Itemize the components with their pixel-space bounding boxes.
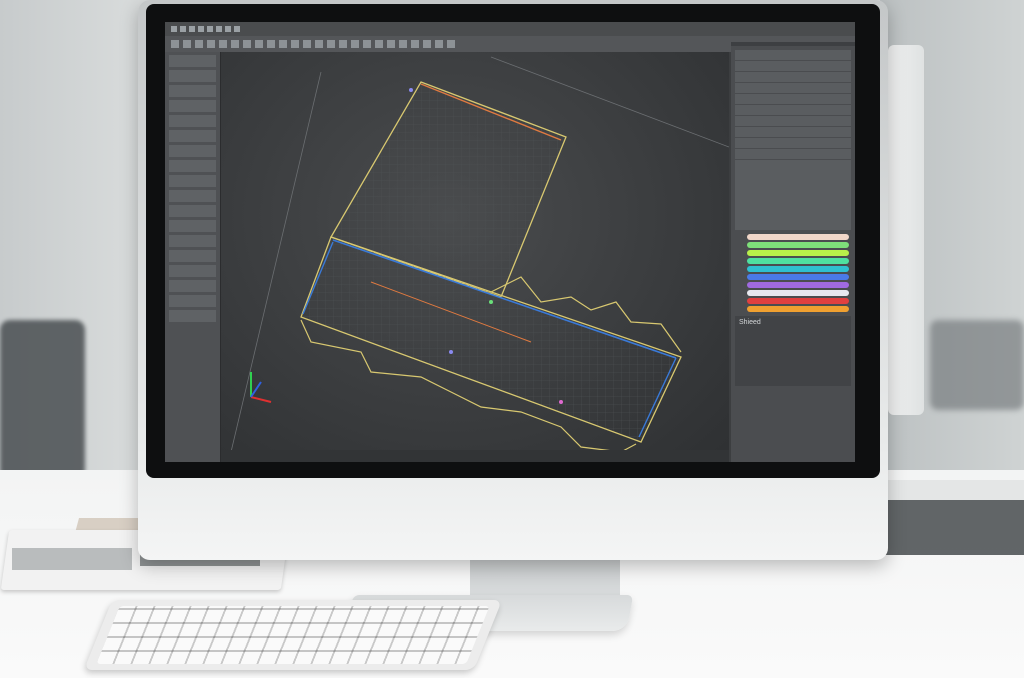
tool-icon[interactable] [327, 40, 335, 48]
menu-icon[interactable] [225, 26, 231, 32]
properties-label: Shieed [739, 319, 761, 326]
tool-icon[interactable] [387, 40, 395, 48]
app-titlebar [165, 22, 855, 36]
menu-icon[interactable] [180, 26, 186, 32]
panel-control[interactable] [169, 115, 216, 127]
panel-control[interactable] [169, 220, 216, 232]
panel-control[interactable] [169, 280, 216, 292]
panel-control[interactable] [169, 205, 216, 217]
axis-x-icon [250, 396, 272, 403]
panel-control[interactable] [169, 175, 216, 187]
panel-control[interactable] [169, 130, 216, 142]
list-item[interactable] [735, 138, 851, 149]
color-swatch[interactable] [747, 250, 849, 256]
tool-icon[interactable] [363, 40, 371, 48]
list-item[interactable] [735, 50, 851, 61]
menu-icon[interactable] [171, 26, 177, 32]
tool-icon[interactable] [375, 40, 383, 48]
guide-line [230, 71, 322, 453]
panel-tab[interactable] [731, 42, 855, 46]
tool-icon[interactable] [195, 40, 203, 48]
list-item[interactable] [735, 127, 851, 138]
tool-icon[interactable] [171, 40, 179, 48]
menu-icon[interactable] [207, 26, 213, 32]
panel-control[interactable] [169, 55, 216, 67]
tool-icon[interactable] [219, 40, 227, 48]
tool-icon[interactable] [183, 40, 191, 48]
panel-control[interactable] [169, 85, 216, 97]
menu-icon[interactable] [234, 26, 240, 32]
list-item[interactable] [735, 149, 851, 160]
magazine-photo [12, 548, 132, 570]
tool-icon[interactable] [351, 40, 359, 48]
list-item[interactable] [735, 83, 851, 94]
panel-control[interactable] [169, 310, 216, 322]
tool-icon[interactable] [411, 40, 419, 48]
list-item[interactable] [735, 116, 851, 127]
panel-control[interactable] [169, 100, 216, 112]
tool-icon[interactable] [303, 40, 311, 48]
panel-control[interactable] [169, 250, 216, 262]
marker-point [559, 400, 563, 404]
tool-icon[interactable] [243, 40, 251, 48]
tool-icon[interactable] [399, 40, 407, 48]
panel-control[interactable] [169, 190, 216, 202]
tool-panel-left [165, 52, 221, 462]
color-swatch[interactable] [747, 258, 849, 264]
marker-point [409, 88, 413, 92]
axis-z-icon [250, 381, 262, 398]
tool-icon[interactable] [267, 40, 275, 48]
cad-viewport[interactable] [221, 52, 730, 462]
color-swatch[interactable] [747, 306, 849, 312]
menu-icon[interactable] [189, 26, 195, 32]
panel-control[interactable] [169, 160, 216, 172]
background-pillar [888, 45, 924, 415]
object-list [735, 50, 851, 230]
status-bar [221, 450, 729, 462]
panel-control[interactable] [169, 295, 216, 307]
color-swatch[interactable] [747, 290, 849, 296]
properties-panel: Shieed [735, 316, 851, 386]
color-swatch[interactable] [747, 298, 849, 304]
dieline-drawing [230, 56, 730, 453]
menu-icon[interactable] [198, 26, 204, 32]
menu-icon[interactable] [216, 26, 222, 32]
color-swatch[interactable] [747, 242, 849, 248]
panel-control[interactable] [169, 265, 216, 277]
tool-icon[interactable] [291, 40, 299, 48]
tool-icon[interactable] [315, 40, 323, 48]
background-chair-right [930, 320, 1024, 410]
color-swatch[interactable] [747, 266, 849, 272]
tool-icon[interactable] [423, 40, 431, 48]
desk-shadow [870, 500, 1024, 555]
tool-icon[interactable] [255, 40, 263, 48]
marker-point [489, 300, 493, 304]
keyboard-keys [96, 606, 490, 664]
panel-control[interactable] [169, 145, 216, 157]
marker-point [449, 350, 453, 354]
tool-icon[interactable] [279, 40, 287, 48]
tool-icon[interactable] [435, 40, 443, 48]
color-swatch[interactable] [747, 274, 849, 280]
color-swatch[interactable] [747, 234, 849, 240]
panel-control[interactable] [169, 70, 216, 82]
tool-icon[interactable] [207, 40, 215, 48]
list-item[interactable] [735, 61, 851, 72]
tool-icon[interactable] [339, 40, 347, 48]
monitor-screen: Shieed [165, 22, 855, 462]
panel-control[interactable] [169, 235, 216, 247]
keyboard [83, 600, 503, 670]
list-item[interactable] [735, 94, 851, 105]
color-swatch-list [731, 234, 855, 312]
layers-panel-right: Shieed [731, 42, 855, 462]
background-chair [0, 320, 85, 480]
tool-icon[interactable] [447, 40, 455, 48]
color-swatch[interactable] [747, 282, 849, 288]
desk-edge [870, 480, 1024, 500]
tool-icon[interactable] [231, 40, 239, 48]
list-item[interactable] [735, 105, 851, 116]
list-item[interactable] [735, 72, 851, 83]
